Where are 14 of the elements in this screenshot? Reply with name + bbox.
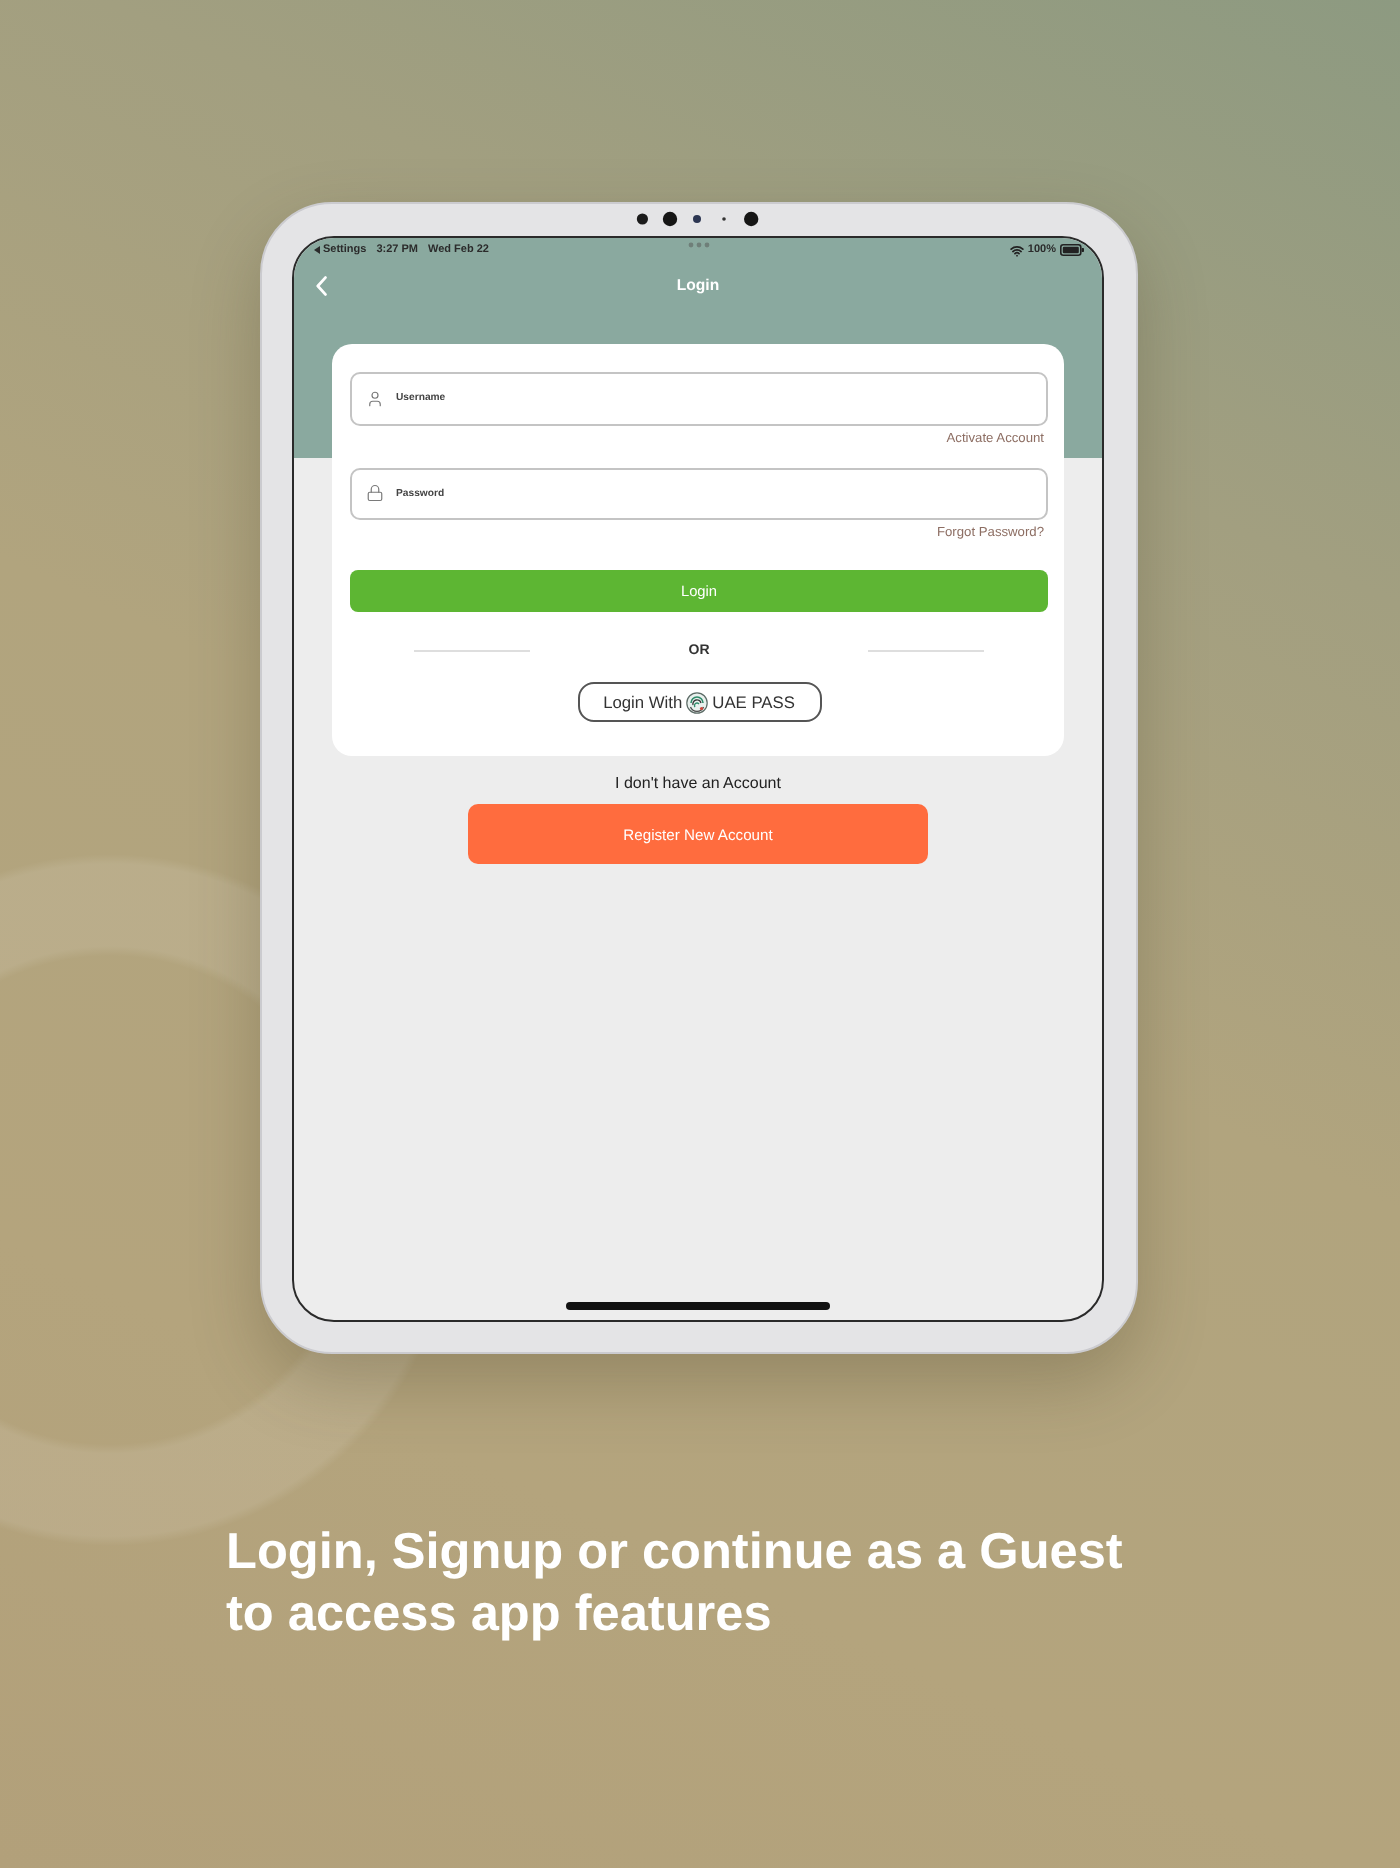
chevron-left-icon [316,275,328,295]
caption-text: Login, Signup or continue as a Guest to access app features [226,1522,1125,1646]
fingerprint-emblem-icon [686,691,709,713]
user-icon [365,389,383,408]
back-triangle-icon [314,246,320,254]
multitasking-dots-icon[interactable] [688,241,710,247]
divider-line [414,649,531,651]
battery-icon [1060,244,1084,256]
divider-line [867,649,984,651]
uae-pass-button[interactable]: Login With UAE PASS [577,682,821,722]
front-camera-drawing [636,210,760,228]
register-prompt: I don't have an Account [615,774,781,794]
wifi-icon [1009,243,1024,257]
lock-icon [365,484,383,503]
